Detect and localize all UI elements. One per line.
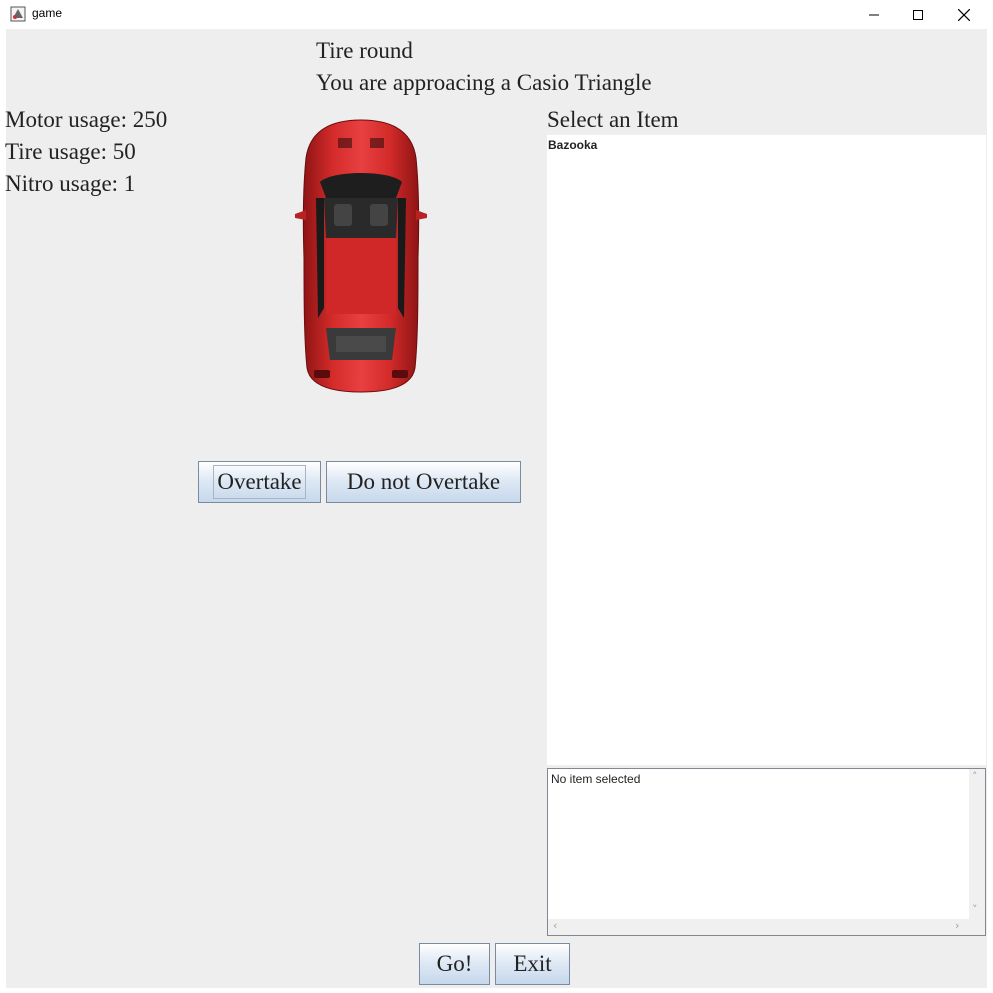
title-bar: game — [0, 0, 993, 29]
maximize-icon — [913, 9, 923, 20]
item-list[interactable]: Bazooka — [547, 135, 986, 765]
tire-usage-label: Tire usage: 50 — [5, 139, 136, 164]
select-item-label: Select an Item — [547, 107, 679, 132]
do-not-overtake-button[interactable]: Do not Overtake — [326, 461, 521, 503]
minimize-button[interactable] — [851, 0, 897, 29]
overtake-label: Overtake — [217, 469, 302, 494]
window-title: game — [32, 6, 63, 20]
scroll-up-icon[interactable]: ˄ — [972, 770, 978, 783]
minimize-icon — [869, 14, 879, 15]
scroll-down-icon[interactable]: ˅ — [972, 903, 978, 916]
close-icon — [958, 8, 970, 21]
car-image — [295, 119, 427, 393]
nitro-usage-label: Nitro usage: 1 — [5, 171, 136, 196]
app-icon — [10, 6, 26, 22]
maximize-button[interactable] — [895, 0, 941, 29]
vertical-scrollbar[interactable]: ˄ ˅ — [969, 769, 985, 919]
go-button[interactable]: Go! — [419, 943, 490, 985]
scroll-left-icon[interactable]: ‹ — [553, 919, 557, 932]
close-button[interactable] — [941, 0, 987, 29]
item-description-text: No item selected — [551, 772, 641, 786]
scroll-corner — [969, 919, 985, 935]
list-item[interactable]: Bazooka — [548, 138, 597, 152]
window-bottom-edge — [0, 988, 993, 993]
exit-button[interactable]: Exit — [495, 943, 570, 985]
horizontal-scrollbar[interactable]: ‹ › — [548, 919, 969, 935]
round-title: Tire round — [316, 38, 413, 63]
motor-usage-label: Motor usage: 250 — [5, 107, 168, 132]
scroll-right-icon[interactable]: › — [955, 919, 959, 932]
item-description-area[interactable]: No item selected ˄ ˅ ‹ › — [547, 768, 986, 936]
overtake-button[interactable]: Overtake — [198, 461, 321, 503]
approach-message: You are approacing a Casio Triangle — [316, 70, 652, 95]
